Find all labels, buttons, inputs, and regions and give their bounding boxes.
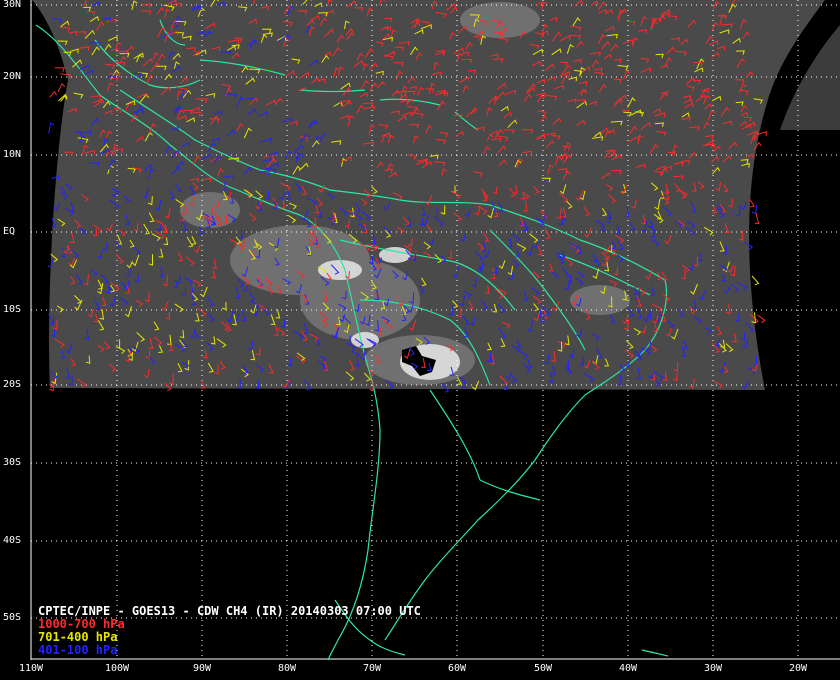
legend-low-level: 1000-700 hPa [38, 617, 125, 631]
wind-barb [751, 275, 760, 286]
lat-label-10n: 10N [3, 149, 22, 160]
wind-barb [749, 199, 755, 208]
lon-label-110w: 110W [18, 663, 44, 674]
lat-label-10s: 10S [3, 304, 22, 315]
map-title: CPTEC/INPE - GOES13 - CDW CH4 (IR) 20140… [38, 604, 421, 618]
lat-label-30s: 30S [3, 457, 22, 468]
lon-label-40w: 40W [618, 663, 638, 674]
wind-barb [57, 82, 66, 93]
lon-label-50w: 50W [533, 663, 553, 674]
wind-barb [754, 213, 760, 224]
lon-label-60w: 60W [447, 663, 467, 674]
lat-label-eq: EQ [3, 226, 16, 237]
wind-barb [54, 67, 65, 72]
wind-barb [48, 122, 55, 134]
lon-label-70w: 70W [362, 663, 382, 674]
lon-label-90w: 90W [192, 663, 212, 674]
lat-label-20n: 20N [3, 71, 22, 82]
lat-label-50s: 50S [3, 612, 22, 623]
lon-label-100w: 100W [104, 663, 130, 674]
lon-label-80w: 80W [277, 663, 297, 674]
lat-label-20s: 20S [3, 379, 22, 390]
legend-high-level: 401-100 hPa [38, 643, 118, 657]
wind-map: 30N 20N 10N EQ 10S 20S 30S 40S 50S 110W … [0, 0, 840, 680]
legend-mid-level: 701-400 hPa [38, 630, 118, 644]
satellite-map [30, 0, 840, 661]
lon-label-20w: 20W [788, 663, 808, 674]
wind-barb [49, 90, 58, 98]
lat-label-40s: 40S [3, 535, 22, 546]
lon-label-30w: 30W [703, 663, 723, 674]
lat-label-30n: 30N [3, 0, 22, 10]
